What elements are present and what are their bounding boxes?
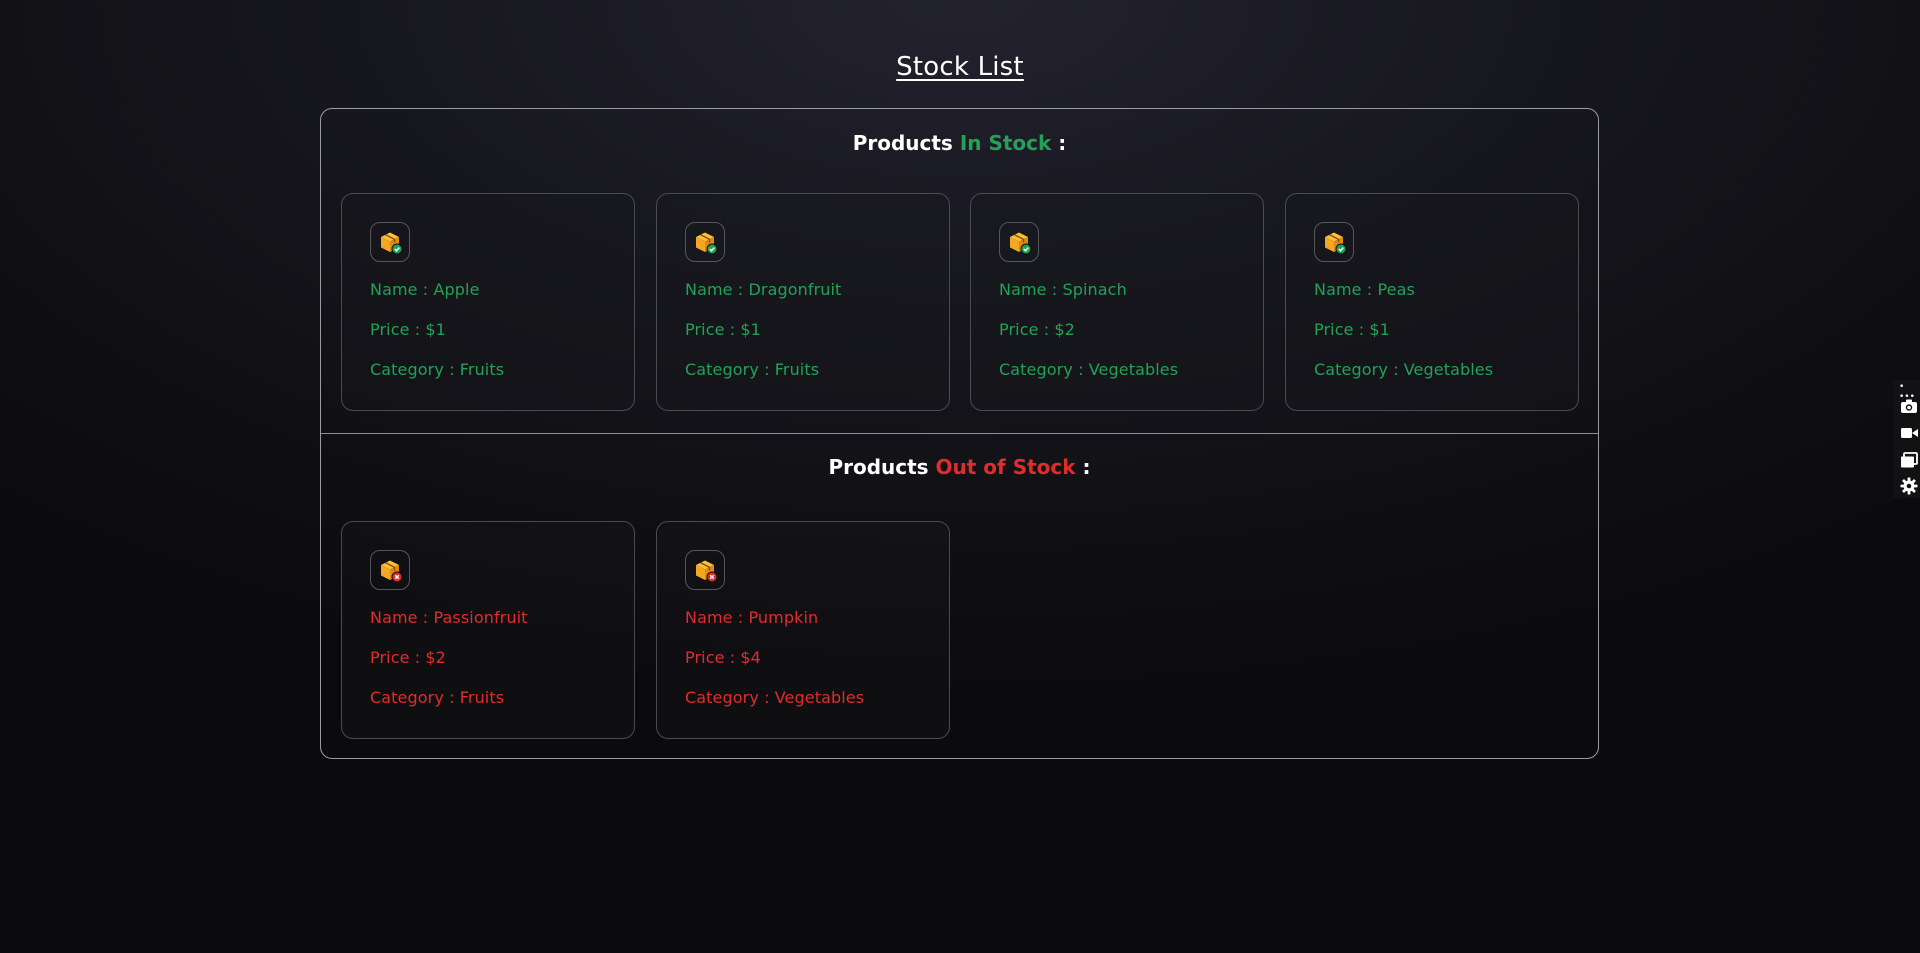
product-card: Name : Spinach Price : $2 Category : Veg… xyxy=(970,193,1264,411)
product-price: Price : $2 xyxy=(370,648,446,667)
product-category: Category : Vegetables xyxy=(1314,360,1494,379)
package-check-icon xyxy=(370,222,410,262)
product-price: Price : $2 xyxy=(999,320,1075,339)
product-category: Category : Fruits xyxy=(370,360,505,379)
package-check-icon xyxy=(1314,222,1354,262)
camera-icon[interactable] xyxy=(1899,396,1919,416)
side-toolbar: • ••• xyxy=(1893,380,1920,498)
package-x-icon xyxy=(685,550,725,590)
product-name: Name : Peas xyxy=(1314,280,1415,299)
product-category: Category : Fruits xyxy=(370,688,505,707)
video-camera-icon[interactable] xyxy=(1899,423,1919,443)
heading-highlight-out-of-stock: Out of Stock xyxy=(935,455,1076,479)
product-price: Price : $1 xyxy=(1314,320,1390,339)
product-price: Price : $4 xyxy=(685,648,761,667)
product-card: Name : Peas Price : $1 Category : Vegeta… xyxy=(1285,193,1579,411)
package-check-icon xyxy=(999,222,1039,262)
product-category: Category : Vegetables xyxy=(685,688,865,707)
gear-icon[interactable] xyxy=(1899,476,1919,496)
package-x-icon xyxy=(370,550,410,590)
product-name: Name : Passionfruit xyxy=(370,608,528,627)
out-of-stock-heading: Products Out of Stock : xyxy=(321,455,1598,479)
product-name: Name : Apple xyxy=(370,280,480,299)
product-name: Name : Spinach xyxy=(999,280,1127,299)
product-card: Name : Apple Price : $1 Category : Fruit… xyxy=(341,193,635,411)
heading-prefix: Products xyxy=(852,131,953,155)
product-name: Name : Pumpkin xyxy=(685,608,819,627)
product-category: Category : Fruits xyxy=(685,360,820,379)
package-check-icon xyxy=(685,222,725,262)
heading-prefix: Products xyxy=(828,455,929,479)
product-card: Name : Passionfruit Price : $2 Category … xyxy=(341,521,635,739)
product-price: Price : $1 xyxy=(685,320,761,339)
out-of-stock-section: Products Out of Stock : Name : Passionfr… xyxy=(321,433,1598,758)
windows-icon[interactable] xyxy=(1899,450,1919,470)
page-title: Stock List xyxy=(896,52,1024,82)
heading-highlight-in-stock: In Stock xyxy=(959,131,1052,155)
stock-panel: Products In Stock : Name : Apple Price :… xyxy=(320,108,1599,759)
product-category: Category : Vegetables xyxy=(999,360,1179,379)
heading-suffix: : xyxy=(1082,455,1091,479)
product-card: Name : Pumpkin Price : $4 Category : Veg… xyxy=(656,521,950,739)
product-price: Price : $1 xyxy=(370,320,446,339)
in-stock-section: Products In Stock : Name : Apple Price :… xyxy=(321,109,1598,433)
in-stock-heading: Products In Stock : xyxy=(321,131,1598,155)
heading-suffix: : xyxy=(1058,131,1067,155)
product-name: Name : Dragonfruit xyxy=(685,280,842,299)
product-card: Name : Dragonfruit Price : $1 Category :… xyxy=(656,193,950,411)
